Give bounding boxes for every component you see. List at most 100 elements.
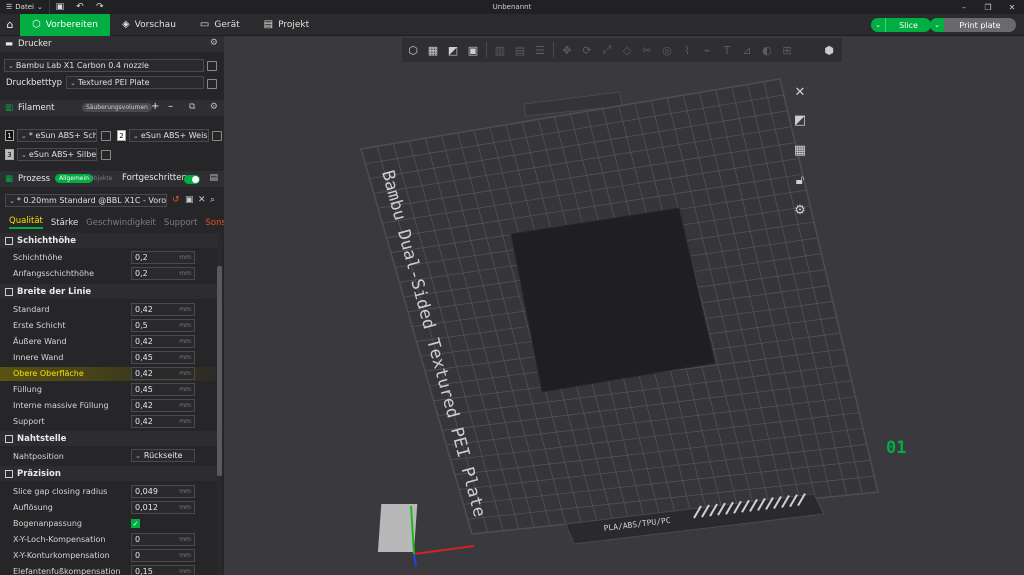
line-width-infill-input[interactable]: 0,45 mm [131, 383, 195, 396]
tab-quality[interactable]: Qualität [9, 216, 43, 229]
redo-icon[interactable]: ↷ [90, 0, 110, 14]
process-compare-icon[interactable]: ▤ [209, 173, 218, 183]
edit-filament-2-icon[interactable] [212, 131, 222, 141]
arc-fitting-checkbox[interactable]: ✓ [131, 519, 140, 528]
param-label: Äußere Wand [13, 337, 67, 346]
line-width-outer-wall-input[interactable]: 0,42 mm [131, 335, 195, 348]
filament-settings-icon[interactable]: ⚙ [210, 102, 218, 112]
filament-slot-3-number[interactable]: 3 [5, 149, 14, 160]
3d-viewport[interactable]: ⬡ ▦ ◩ ▣ ▥ ▤ ☰ ✥ ⟳ ⤢ ◇ ✂ ◎ ⌇ ⌁ T ⊿ ◐ ⊞ ⬢ [224, 36, 1024, 575]
edit-printer-icon[interactable] [207, 61, 217, 71]
elephant-foot-input[interactable]: 0,15 mm [131, 565, 195, 575]
save-icon[interactable]: ▣ [50, 0, 70, 14]
save-preset-icon[interactable]: ▣ [185, 195, 194, 205]
printed-object[interactable] [510, 207, 716, 393]
param-label: Anfangsschichthöhe [13, 269, 94, 278]
param-label: Schichthöhe [13, 253, 63, 262]
edit-filament-3-icon[interactable] [101, 150, 111, 160]
window-controls: – ❐ ✕ [952, 0, 1024, 14]
edit-bed-icon[interactable] [207, 79, 217, 89]
edit-filament-1-icon[interactable] [101, 131, 111, 141]
line-width-internal-solid-input[interactable]: 0,42 mm [131, 399, 195, 412]
z-axis [413, 553, 417, 567]
sync-filament-icon[interactable]: ⧉ [189, 102, 195, 112]
layer-height-input[interactable]: 0,2 mm [131, 251, 195, 264]
tab-device[interactable]: ▭ Gerät [188, 14, 252, 36]
tab-strength[interactable]: Stärke [51, 218, 78, 228]
tab-prepare[interactable]: ⬡ Vorbereiten [20, 13, 110, 36]
lock-plate-icon[interactable]: 🔓︎ [787, 168, 813, 192]
printer-select[interactable]: ⌄ Bambu Lab X1 Carbon 0.4 nozzle [4, 59, 204, 72]
process-section-title: Prozess [18, 174, 51, 184]
group-layer-height: Schichthöhe [0, 233, 220, 248]
minimize-icon[interactable]: – [952, 0, 976, 14]
line-width-first-layer-input[interactable]: 0,5 mm [131, 319, 195, 332]
param-value: 0,2 [135, 253, 148, 262]
remove-plate-icon[interactable]: ✕ [787, 80, 813, 104]
process-icon: ▦ [5, 174, 14, 184]
layers-icon: ◈ [121, 19, 130, 30]
slice-dropdown-icon[interactable]: ⌄ [871, 18, 885, 32]
home-icon[interactable]: ⌂ [0, 14, 20, 36]
search-icon[interactable]: ⌕ [210, 195, 215, 205]
xy-hole-compensation-input[interactable]: 0 mm [131, 533, 195, 546]
xy-contour-compensation-input[interactable]: 0 mm [131, 549, 195, 562]
filament-slot-1-number[interactable]: 1 [5, 130, 14, 141]
file-menu[interactable]: ☰ Datei ⌄ [0, 0, 50, 14]
unit-label: mm [179, 552, 191, 559]
param-label: X-Y-Loch-Kompensation [13, 535, 106, 544]
undo-icon[interactable]: ↶ [70, 0, 90, 14]
unit-label: mm [179, 418, 191, 425]
print-dropdown-icon[interactable]: ⌄ [930, 18, 944, 32]
filament-slot-1-select[interactable]: ⌄ * eSun ABS+ Schwa... [17, 129, 97, 142]
add-filament-icon[interactable]: + [151, 101, 159, 112]
delete-preset-icon[interactable]: ✕ [198, 195, 206, 205]
tab-project[interactable]: ▤ Projekt [252, 14, 322, 36]
filament-slot-2-number[interactable]: 2 [117, 130, 126, 141]
flush-volume-button[interactable]: Säuberungsvolumen [82, 103, 152, 112]
bed-type-select[interactable]: ⌄ Textured PEI Plate [66, 76, 204, 89]
title-bar: ☰ Datei ⌄ ▣ ↶ ↷ Unbenannt – ❐ ✕ [0, 0, 1024, 14]
project-icon: ▤ [263, 19, 274, 30]
scrollbar-thumb[interactable] [217, 266, 222, 476]
orient-plate-icon[interactable]: ◩ [787, 108, 813, 132]
tab-preview[interactable]: ◈ Vorschau [110, 14, 188, 36]
close-icon[interactable]: ✕ [1000, 0, 1024, 14]
resolution-input[interactable]: 0,012 mm [131, 501, 195, 514]
advanced-toggle[interactable] [184, 175, 200, 184]
tab-others[interactable]: Sonstige [205, 218, 224, 228]
unit-label: mm [179, 402, 191, 409]
arrange-plate-icon[interactable]: ▦ [787, 138, 813, 162]
print-plate-button[interactable]: ⌄ Print plate [930, 18, 1016, 32]
param-label: Füllung [13, 385, 42, 394]
slice-button[interactable]: ⌄ Slice [871, 18, 931, 32]
restore-icon[interactable]: ❐ [976, 0, 1000, 14]
param-label: Bogenanpassung [13, 519, 82, 528]
sidebar-scrollbar[interactable] [217, 236, 222, 575]
param-value: 0,42 [135, 337, 153, 346]
group-line-width-title: Breite der Linie [17, 286, 92, 297]
filament-section-header: ▥ Filament Säuberungsvolumen + – ⧉ ⚙ [0, 100, 224, 116]
seam-position-select[interactable]: ⌄ Rückseite [131, 449, 195, 462]
printer-settings-icon[interactable]: ⚙ [210, 38, 218, 48]
unit-label: mm [179, 504, 191, 511]
filament-slot-2-select[interactable]: ⌄ eSun ABS+ Weiss [129, 129, 209, 142]
slice-gap-input[interactable]: 0,049 mm [131, 485, 195, 498]
param-value: 0,45 [135, 353, 153, 362]
line-width-support-input[interactable]: 0,42 mm [131, 415, 195, 428]
initial-layer-height-input[interactable]: 0,2 mm [131, 267, 195, 280]
filament-slot-3-select[interactable]: ⌄ eSun ABS+ Silber [17, 148, 97, 161]
chevron-down-icon: ⌄ [9, 196, 15, 205]
tab-speed[interactable]: Geschwindigkeit [86, 218, 156, 228]
line-width-inner-wall-input[interactable]: 0,45 mm [131, 351, 195, 364]
reset-preset-icon[interactable]: ↺ [172, 195, 180, 205]
mode-general-toggle[interactable]: Allgemein [55, 174, 93, 183]
line-width-top-surface-input[interactable]: 0,42 mm [131, 367, 195, 380]
process-preset-select[interactable]: ⌄ * 0.20mm Standard @BBL X1C - Voron... [5, 194, 167, 207]
remove-filament-icon[interactable]: – [168, 101, 173, 112]
filament-slot-3-name: eSun ABS+ Silber [28, 150, 97, 159]
tab-support[interactable]: Support [164, 218, 198, 228]
line-width-default-input[interactable]: 0,42 mm [131, 303, 195, 316]
plate-settings-icon[interactable]: ⚙ [787, 198, 813, 222]
mode-objects-toggle[interactable]: Objekte [89, 175, 112, 182]
